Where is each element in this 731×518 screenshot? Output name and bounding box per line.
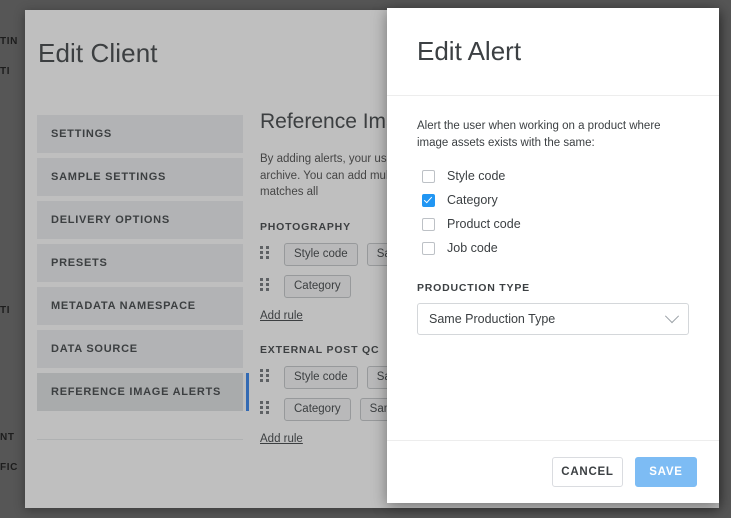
drag-handle-icon[interactable] xyxy=(260,246,272,262)
drag-handle-icon[interactable] xyxy=(260,278,272,294)
dialog-body: Alert the user when working on a product… xyxy=(387,96,719,440)
production-type-select[interactable]: Same Production Type xyxy=(417,303,689,335)
dialog-footer: CANCEL SAVE xyxy=(387,440,719,503)
rule-chip[interactable]: Style code xyxy=(284,242,358,266)
drag-handle-icon[interactable] xyxy=(260,401,272,417)
sidebar-item-data-source[interactable]: DATA SOURCE xyxy=(37,330,243,368)
sidebar-item-settings[interactable]: SETTINGS xyxy=(37,115,243,153)
cancel-button[interactable]: CANCEL xyxy=(552,457,623,487)
sidebar-item-label: SAMPLE SETTINGS xyxy=(51,171,167,183)
production-type-label: PRODUCTION TYPE xyxy=(417,282,530,294)
rule-chip[interactable]: Style code xyxy=(284,365,358,389)
active-indicator xyxy=(246,373,249,411)
production-type-value: Same Production Type xyxy=(429,312,556,326)
rule-chip[interactable]: Category xyxy=(284,274,351,298)
dialog-description: Alert the user when working on a product… xyxy=(417,120,661,149)
sidebar-item-metadata-namespace[interactable]: METADATA NAMESPACE xyxy=(37,287,243,325)
background-text-fragment: FIC xyxy=(0,462,18,473)
checkbox-label: Category xyxy=(447,193,498,207)
checkbox-row-category[interactable]: Category xyxy=(417,188,689,212)
checkbox-input[interactable] xyxy=(422,217,435,231)
edit-client-title: Edit Client xyxy=(38,38,158,68)
checkbox-label: Job code xyxy=(447,241,498,255)
save-button[interactable]: SAVE xyxy=(635,457,697,487)
background-text-fragment: TIN xyxy=(0,36,18,47)
checkbox-row-style-code[interactable]: Style code xyxy=(417,164,689,188)
checkbox-input[interactable] xyxy=(422,193,435,207)
background-text-fragment: TI xyxy=(0,305,11,316)
sidebar-item-label: PRESETS xyxy=(51,257,108,269)
background-text-fragment: TI xyxy=(0,66,11,77)
checkbox-input[interactable] xyxy=(422,241,435,255)
add-rule-link[interactable]: Add rule xyxy=(260,433,303,445)
chevron-down-icon xyxy=(664,309,680,324)
edit-alert-dialog: Edit Alert Alert the user when working o… xyxy=(387,8,719,503)
client-settings-sidebar: SETTINGS SAMPLE SETTINGS DELIVERY OPTIONS P… xyxy=(37,115,249,440)
sidebar-item-label: SETTINGS xyxy=(51,128,113,140)
checkbox-label: Style code xyxy=(447,169,506,183)
checkbox-input[interactable] xyxy=(422,169,435,183)
sidebar-item-presets[interactable]: PRESETS xyxy=(37,244,243,282)
sidebar-item-sample-settings[interactable]: SAMPLE SETTINGS xyxy=(37,158,243,196)
sidebar-item-label: DELIVERY OPTIONS xyxy=(51,214,170,226)
add-rule-link[interactable]: Add rule xyxy=(260,310,303,322)
sidebar-divider xyxy=(37,421,243,440)
checkbox-row-job-code[interactable]: Job code xyxy=(417,236,689,260)
sidebar-item-delivery-options[interactable]: DELIVERY OPTIONS xyxy=(37,201,243,239)
dialog-header: Edit Alert xyxy=(387,8,719,96)
alert-criteria-checkbox-list: Style code Category Product code Job code xyxy=(417,164,689,260)
checkbox-row-product-code[interactable]: Product code xyxy=(417,212,689,236)
background-text-fragment: NT xyxy=(0,432,15,443)
sidebar-item-label: DATA SOURCE xyxy=(51,343,138,355)
dialog-title: Edit Alert xyxy=(417,36,522,66)
sidebar-item-label: METADATA NAMESPACE xyxy=(51,300,196,312)
rule-chip[interactable]: Category xyxy=(284,397,351,421)
drag-handle-icon[interactable] xyxy=(260,369,272,385)
checkbox-label: Product code xyxy=(447,217,521,231)
sidebar-item-reference-image-alerts[interactable]: REFERENCE IMAGE ALERTS xyxy=(37,373,249,411)
sidebar-item-label: REFERENCE IMAGE ALERTS xyxy=(51,386,222,398)
